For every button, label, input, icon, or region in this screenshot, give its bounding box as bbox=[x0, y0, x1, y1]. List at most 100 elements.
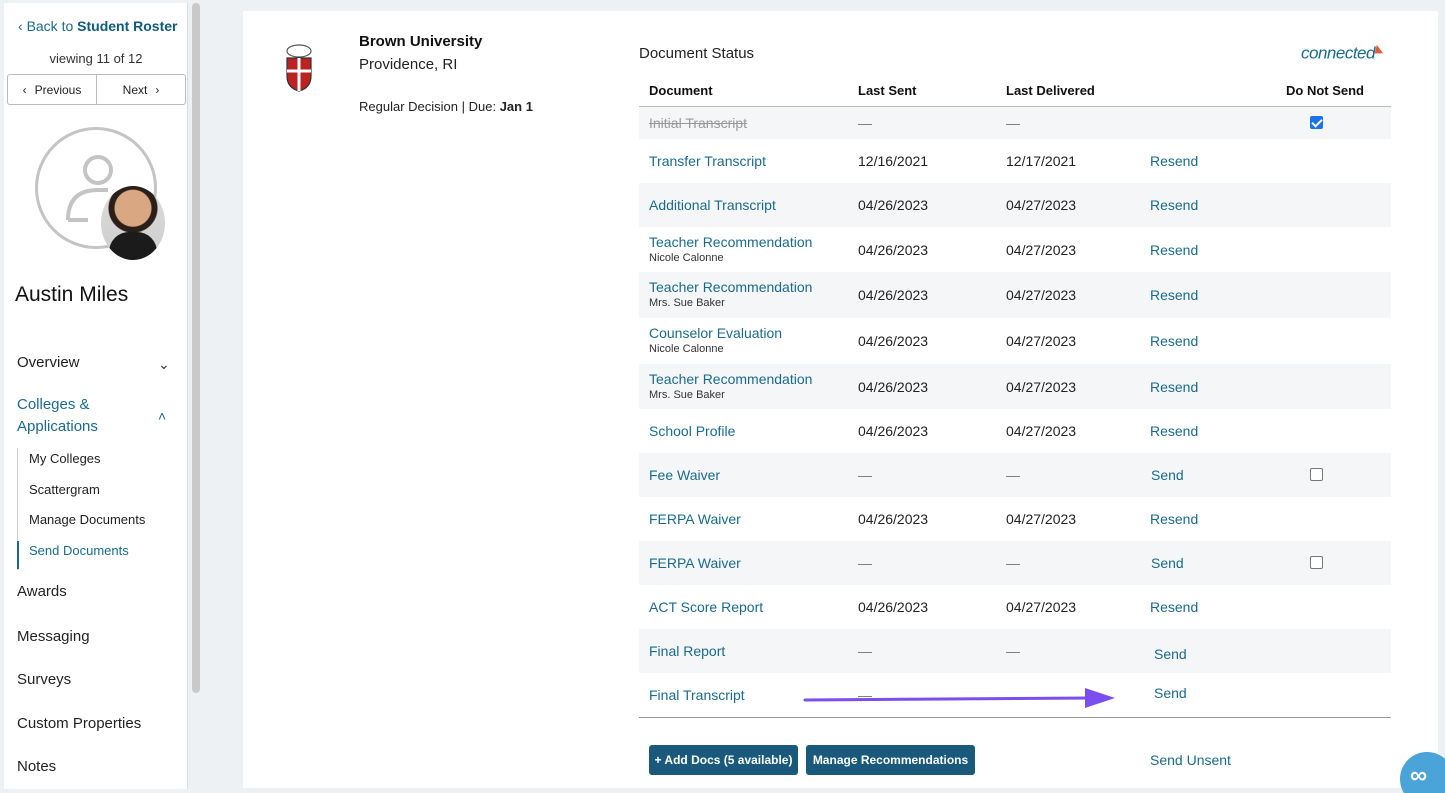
last-delivered-value: 04/27/2023 bbox=[1006, 423, 1077, 439]
last-sent-value: 04/26/2023 bbox=[858, 333, 929, 349]
previous-label: Previous bbox=[34, 82, 82, 97]
last-delivered-value: 04/27/2023 bbox=[1006, 197, 1077, 213]
do-not-send-checkbox[interactable] bbox=[1310, 468, 1323, 481]
resend-button[interactable]: Resend bbox=[1150, 423, 1198, 439]
university-seal-icon bbox=[286, 44, 312, 92]
chevron-up-icon[interactable]: ˄ bbox=[158, 408, 166, 424]
college-name: Brown University bbox=[359, 33, 483, 50]
nav-colleges-applications[interactable]: Colleges & bbox=[17, 396, 90, 413]
last-delivered-value: 04/27/2023 bbox=[1006, 379, 1077, 395]
document-link[interactable]: Teacher Recommendation bbox=[649, 279, 812, 295]
send-button[interactable]: Send bbox=[1151, 555, 1184, 571]
document-link[interactable]: ACT Score Report bbox=[649, 599, 763, 615]
nav-surveys[interactable]: Surveys bbox=[17, 671, 71, 688]
document-link[interactable]: Teacher Recommendation bbox=[649, 371, 812, 387]
document-link[interactable]: Teacher Recommendation bbox=[649, 234, 812, 250]
last-sent-value: 12/16/2021 bbox=[858, 153, 929, 169]
last-sent-value: 04/26/2023 bbox=[858, 197, 929, 213]
send-button[interactable]: Send bbox=[1151, 467, 1184, 483]
resend-button[interactable]: Resend bbox=[1150, 197, 1198, 213]
nav-overview[interactable]: Overview bbox=[17, 354, 80, 371]
table-row: Teacher Recommendation Nicole Calonne 04/2… bbox=[639, 227, 1391, 272]
nav-messaging[interactable]: Messaging bbox=[17, 628, 90, 645]
next-label: Next bbox=[122, 82, 148, 97]
document-link[interactable]: School Profile bbox=[649, 423, 735, 439]
due-date: Jan 1 bbox=[499, 99, 533, 114]
sidebar-scrollbar[interactable] bbox=[192, 3, 200, 693]
last-delivered-value: 04/27/2023 bbox=[1006, 287, 1077, 303]
column-header-do-not-send: Do Not Send bbox=[1286, 83, 1364, 98]
last-sent-value: 04/26/2023 bbox=[858, 287, 929, 303]
resend-button[interactable]: Resend bbox=[1150, 379, 1198, 395]
chevron-down-icon[interactable]: ⌄ bbox=[158, 356, 170, 373]
resend-button[interactable]: Resend bbox=[1150, 153, 1198, 169]
nav-custom-properties[interactable]: Custom Properties bbox=[17, 715, 141, 732]
resend-button[interactable]: Resend bbox=[1150, 287, 1198, 303]
previous-button[interactable]: ‹ Previous bbox=[8, 75, 97, 104]
document-recommender: Mrs. Sue Baker bbox=[649, 297, 725, 309]
do-not-send-checkbox[interactable] bbox=[1310, 556, 1323, 569]
brand-text: connected bbox=[1301, 43, 1375, 63]
last-delivered-value: 04/27/2023 bbox=[1006, 511, 1077, 527]
last-delivered-value: — bbox=[1006, 115, 1020, 131]
last-delivered-value: — bbox=[1006, 555, 1020, 571]
document-link[interactable]: Final Transcript bbox=[649, 687, 745, 703]
student-name: Austin Miles bbox=[15, 283, 129, 306]
table-row: ACT Score Report 04/26/2023 04/27/2023 Rese… bbox=[639, 585, 1391, 629]
subnav-active-indicator bbox=[17, 541, 19, 569]
document-recommender: Nicole Calonne bbox=[649, 343, 724, 355]
connected-logo: connected◣ bbox=[1301, 42, 1383, 64]
table-row: Additional Transcript 04/26/2023 04/27/202… bbox=[639, 183, 1391, 227]
nav-colleges-applications-line2[interactable]: Applications bbox=[17, 418, 98, 435]
resend-button[interactable]: Resend bbox=[1150, 599, 1198, 615]
table-row: FERPA Waiver 04/26/2023 04/27/2023 Resend bbox=[639, 497, 1391, 541]
send-unsent-link[interactable]: Send Unsent bbox=[1150, 752, 1231, 768]
document-link[interactable]: FERPA Waiver bbox=[649, 555, 741, 571]
resend-button[interactable]: Resend bbox=[1150, 511, 1198, 527]
brand-mark-icon: ◣ bbox=[1374, 43, 1383, 55]
table-row: Counselor Evaluation Nicole Calonne 04/26/… bbox=[639, 318, 1391, 364]
subnav-send-documents[interactable]: Send Documents bbox=[29, 543, 129, 558]
last-delivered-value: 12/17/2021 bbox=[1006, 153, 1077, 169]
column-header-document: Document bbox=[649, 83, 713, 98]
back-link-prefix: Back to bbox=[26, 18, 74, 34]
next-button[interactable]: Next › bbox=[97, 75, 185, 104]
resend-button[interactable]: Resend bbox=[1150, 333, 1198, 349]
table-row: Initial Transcript — — bbox=[639, 107, 1391, 139]
send-button[interactable]: Send bbox=[1154, 685, 1187, 701]
add-docs-button[interactable]: + Add Docs (5 available) bbox=[649, 745, 798, 775]
table-row: School Profile 04/26/2023 04/27/2023 Resend bbox=[639, 409, 1391, 453]
document-recommender: Nicole Calonne bbox=[649, 252, 724, 264]
last-sent-value: 04/26/2023 bbox=[858, 511, 929, 527]
last-sent-value: 04/26/2023 bbox=[858, 423, 929, 439]
do-not-send-checkbox[interactable] bbox=[1310, 116, 1323, 129]
last-delivered-value: 04/27/2023 bbox=[1006, 242, 1077, 258]
table-row: Teacher Recommendation Mrs. Sue Baker 04/2… bbox=[639, 272, 1391, 318]
viewing-count: viewing 11 of 12 bbox=[49, 51, 143, 66]
column-header-last-sent: Last Sent bbox=[858, 83, 917, 98]
document-link[interactable]: FERPA Waiver bbox=[649, 511, 741, 527]
last-sent-value: 04/26/2023 bbox=[858, 599, 929, 615]
subnav-scattergram[interactable]: Scattergram bbox=[29, 482, 100, 497]
send-button[interactable]: Send bbox=[1154, 646, 1187, 662]
chevron-left-icon: ‹ bbox=[22, 82, 27, 97]
nav-awards[interactable]: Awards bbox=[17, 583, 67, 600]
back-to-roster-link[interactable]: ‹ Back to Student Roster bbox=[18, 18, 178, 34]
table-footer-divider bbox=[639, 717, 1391, 718]
document-link[interactable]: Counselor Evaluation bbox=[649, 325, 782, 341]
resend-button[interactable]: Resend bbox=[1150, 242, 1198, 258]
last-sent-value: — bbox=[858, 643, 872, 659]
subnav-my-colleges[interactable]: My Colleges bbox=[29, 451, 101, 466]
document-link[interactable]: Fee Waiver bbox=[649, 467, 720, 483]
last-sent-value: — bbox=[858, 555, 872, 571]
table-row: Transfer Transcript 12/16/2021 12/17/2021 R… bbox=[639, 139, 1391, 183]
document-recommender: Mrs. Sue Baker bbox=[649, 389, 725, 401]
document-link[interactable]: Transfer Transcript bbox=[649, 153, 766, 169]
subnav-manage-documents[interactable]: Manage Documents bbox=[29, 512, 145, 527]
table-row: FERPA Waiver — — Send bbox=[639, 541, 1391, 585]
document-link[interactable]: Additional Transcript bbox=[649, 197, 776, 213]
document-link[interactable]: Final Report bbox=[649, 643, 725, 659]
pager: ‹ Previous Next › bbox=[7, 74, 186, 105]
manage-recommendations-button[interactable]: Manage Recommendations bbox=[806, 745, 975, 775]
nav-notes[interactable]: Notes bbox=[17, 758, 56, 775]
